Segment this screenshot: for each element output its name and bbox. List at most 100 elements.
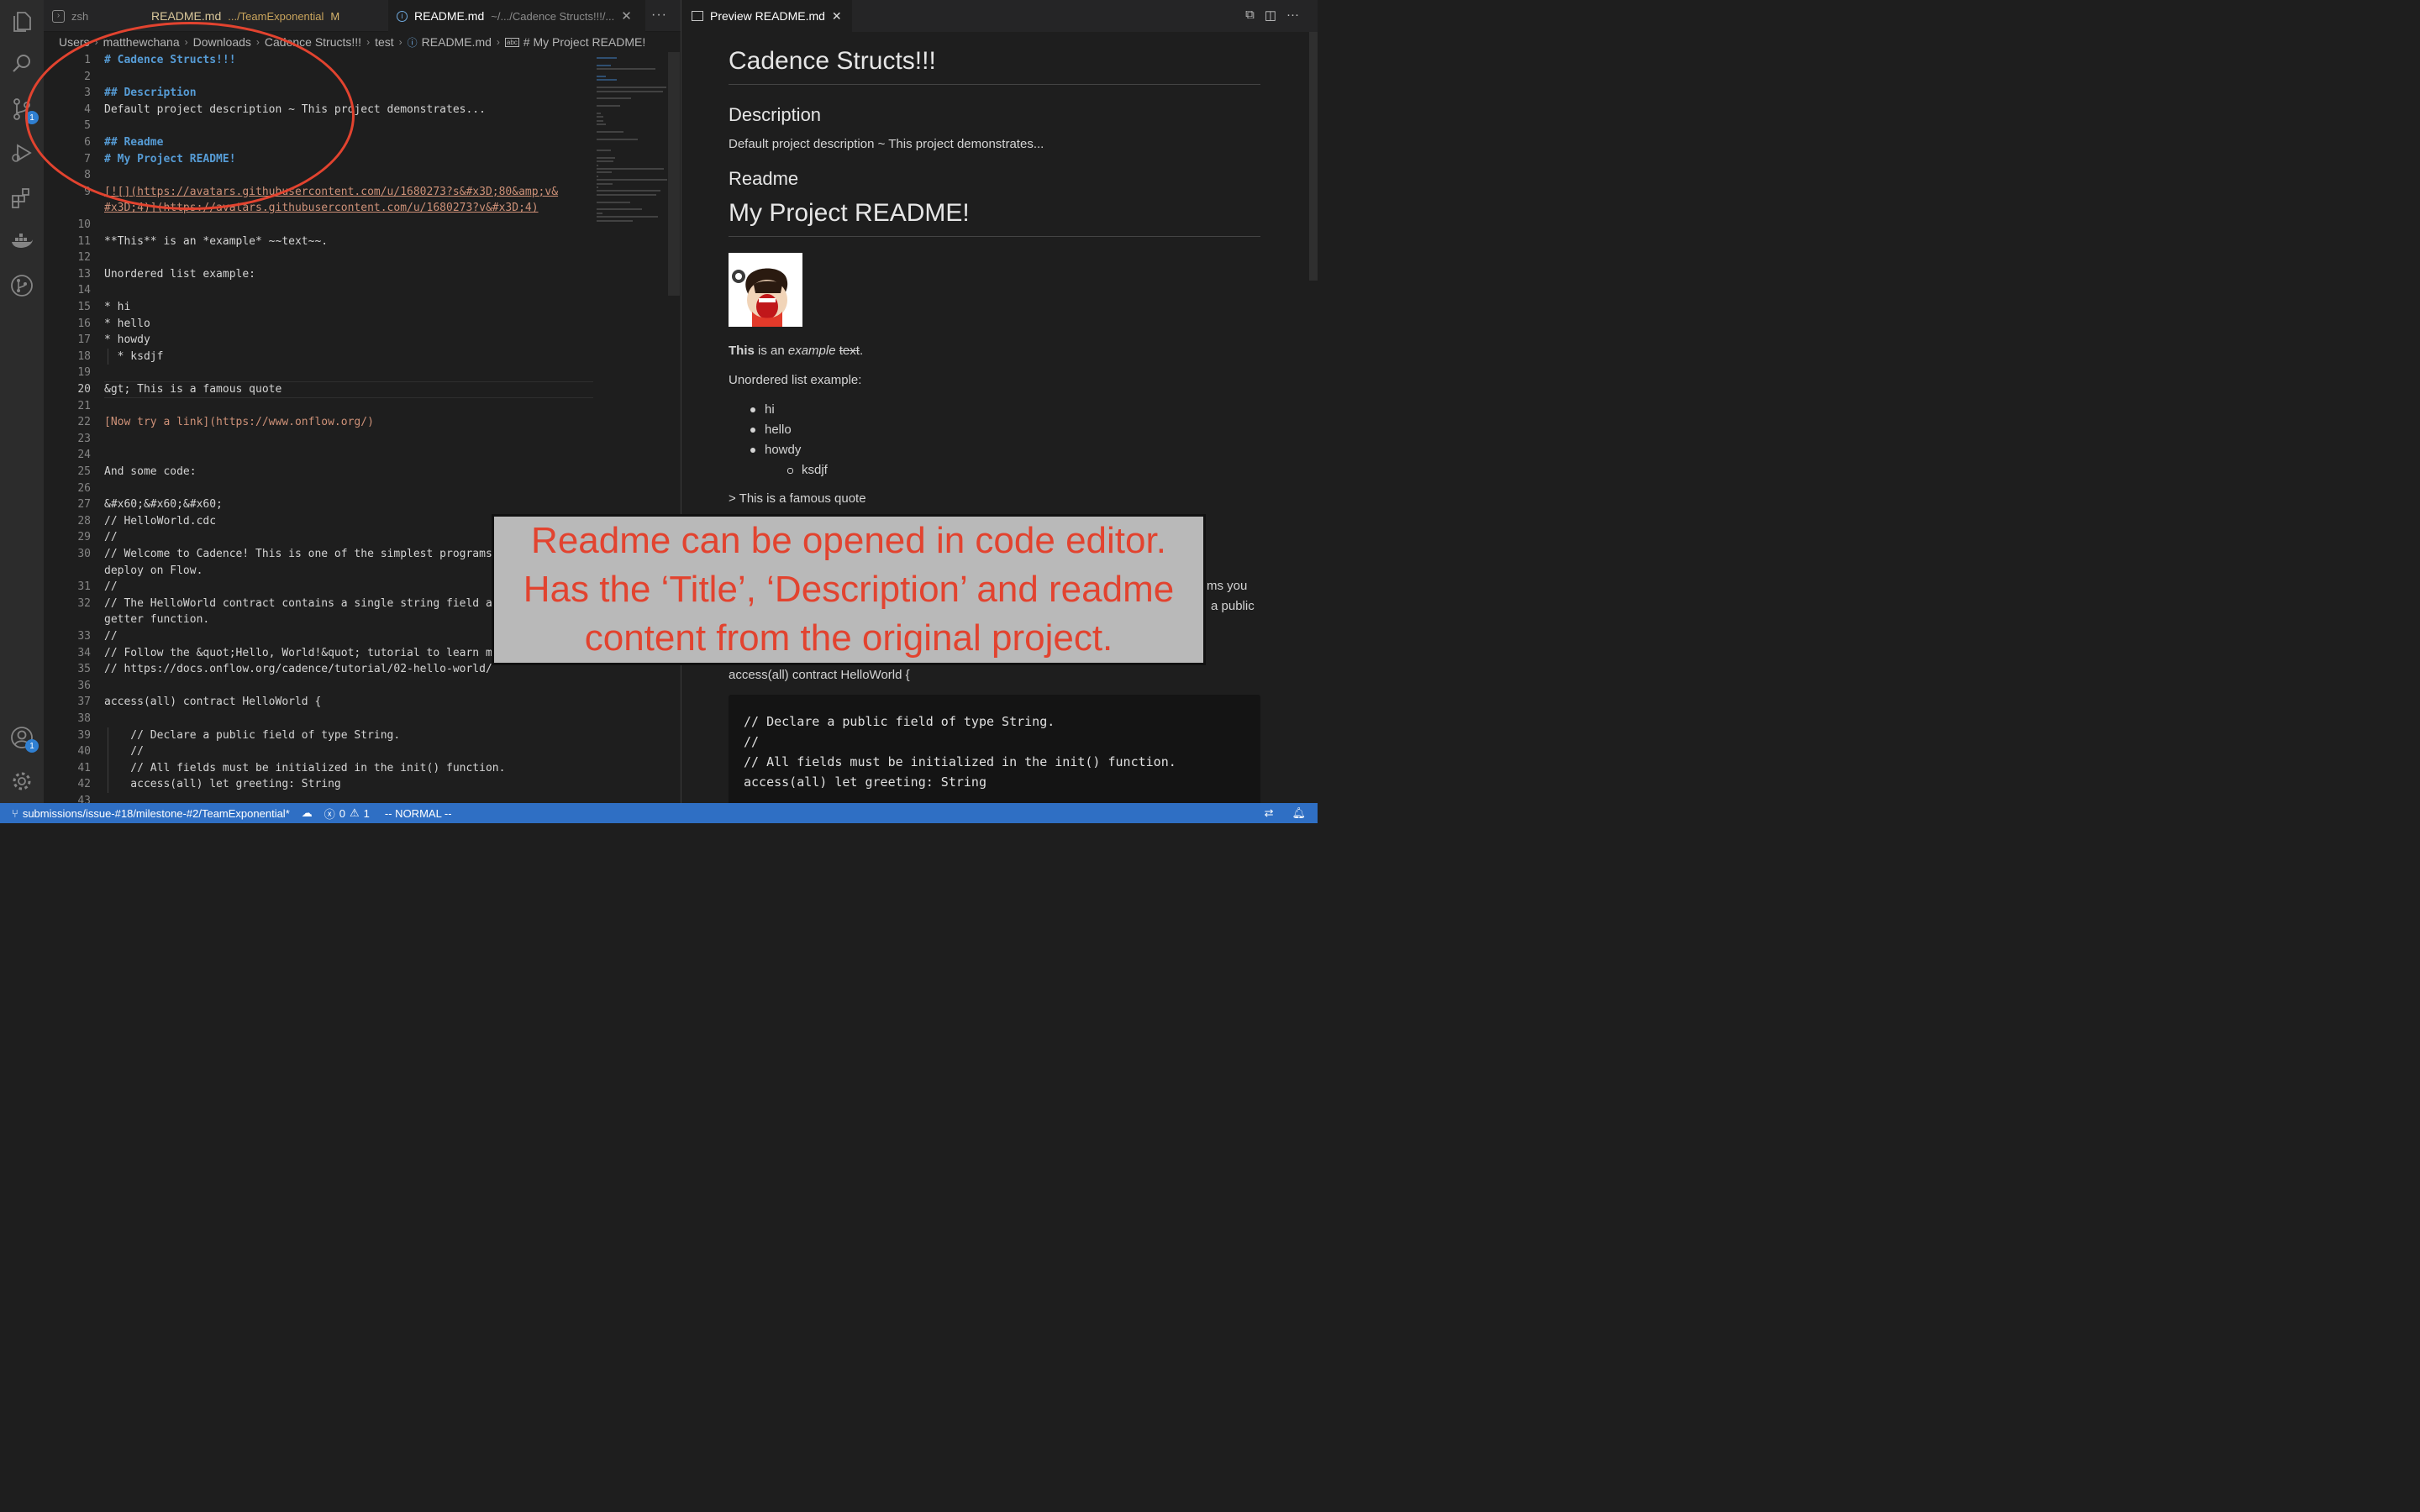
preview-quote: > This is a famous quote <box>729 491 866 506</box>
code-line[interactable]: * hello <box>104 316 150 333</box>
error-icon: ⓧ <box>324 807 335 821</box>
chevron-right-icon: › <box>496 36 500 48</box>
line-number: 6 <box>84 136 91 149</box>
avatar-image[interactable] <box>729 253 802 327</box>
line-number: 33 <box>77 630 91 643</box>
preview-paragraph: This is an example text. <box>729 344 863 358</box>
breadcrumb-test[interactable]: test <box>375 35 394 49</box>
code-line[interactable]: * hi <box>104 299 130 316</box>
code-line[interactable]: // <box>104 743 144 760</box>
code-line[interactable]: &#x60;&#x60;&#x60; <box>104 496 223 513</box>
code-line[interactable]: // https://docs.onflow.org/cadence/tutor… <box>104 661 492 678</box>
code-line[interactable]: #x3D;4)](https://avatars.githubuserconte… <box>104 200 539 217</box>
more-actions-icon[interactable]: ··· <box>1286 8 1299 23</box>
annotation-text: Readme can be opened in code editor. Has… <box>523 520 1175 659</box>
minimap-line <box>597 64 611 66</box>
code-line[interactable]: // Welcome to Cadence! This is one of th… <box>104 546 544 563</box>
minimap[interactable] <box>595 52 672 237</box>
code-line[interactable]: // <box>104 579 118 596</box>
line-number: 15 <box>77 301 91 313</box>
minimap-line <box>597 116 604 118</box>
tab-readme-teamexponential[interactable]: README.md .../TeamExponential M <box>143 0 387 32</box>
warning-count: 1 <box>363 806 370 820</box>
code-line[interactable]: // <box>104 628 118 645</box>
breadcrumb-file[interactable]: README.md <box>422 35 492 49</box>
git-graph-icon[interactable] <box>8 272 35 299</box>
line-number: 4 <box>84 102 91 116</box>
open-source-icon[interactable]: ⧉ <box>1245 8 1255 23</box>
breadcrumb-downloads[interactable]: Downloads <box>193 35 251 49</box>
settings-gear-icon[interactable] <box>8 768 35 795</box>
live-share-icon[interactable]: ⇄ <box>1265 806 1274 820</box>
code-line[interactable]: [Now try a link](https://www.onflow.org/… <box>104 414 374 431</box>
code-line[interactable]: // Declare a public field of type String… <box>104 727 400 744</box>
close-icon[interactable]: ✕ <box>621 8 632 24</box>
code-line[interactable]: // All fields must be initialized in the… <box>104 760 505 777</box>
minimap-line <box>597 76 606 77</box>
code-line[interactable]: # My Project README! <box>104 151 236 168</box>
source-control-icon[interactable]: 1 <box>8 96 39 124</box>
code-line[interactable]: * howdy <box>104 332 150 349</box>
tab-preview-readme[interactable]: Preview README.md ✕ <box>681 0 852 32</box>
code-line[interactable]: access(all) let greeting: String <box>104 776 340 793</box>
code-line[interactable]: Default project description ~ This proje… <box>104 102 486 118</box>
minimap-line <box>597 87 666 89</box>
extensions-icon[interactable] <box>8 185 35 212</box>
line-number: 31 <box>77 580 91 594</box>
preview-scrollbar[interactable] <box>1309 32 1318 281</box>
code-line[interactable]: [![](https://avatars.githubusercontent.c… <box>104 184 558 201</box>
tab-readme-cadence[interactable]: i README.md ~/.../Cadence Structs!!!/...… <box>388 0 645 32</box>
line-number: 18 <box>77 349 91 363</box>
code-line[interactable]: // <box>104 529 118 546</box>
minimap-line <box>597 131 624 133</box>
code-line[interactable]: # Cadence Structs!!! <box>104 52 236 69</box>
line-number: 21 <box>77 399 91 412</box>
code-editor[interactable]: 1 2 3 4 5 6 7 8 9 10 11 12 13 14 15 16 17 18 19 20 21 22 23 24 2… <box>44 52 681 803</box>
preview-tab-bar: Preview README.md ✕ ⧉ ◫ ··· <box>681 0 1318 32</box>
line-number: 2 <box>84 70 91 83</box>
breadcrumb-users[interactable]: Users <box>59 35 90 49</box>
markdown-preview[interactable]: Cadence Structs!!! Description Default p… <box>681 32 1318 803</box>
breadcrumb-symbol[interactable]: # My Project README! <box>523 35 645 49</box>
run-debug-icon[interactable] <box>8 139 35 166</box>
more-actions-icon[interactable]: ··· <box>651 8 667 23</box>
accounts-icon[interactable]: 1 <box>8 724 39 753</box>
close-icon[interactable]: ✕ <box>832 9 842 24</box>
sync-button[interactable]: ☁ <box>302 806 313 820</box>
line-number: 7 <box>84 152 91 165</box>
split-editor-icon[interactable]: ◫ <box>1265 8 1276 23</box>
branch-indicator[interactable]: ⑂ submissions/issue-#18/milestone-#2/Tea… <box>12 807 290 820</box>
editor-scrollbar[interactable] <box>668 52 680 296</box>
code-line[interactable]: // HelloWorld.cdc <box>104 513 216 530</box>
docker-icon[interactable] <box>8 228 35 255</box>
tab-zsh[interactable]: › zsh <box>44 0 143 32</box>
italic-text: example <box>787 344 836 358</box>
line-number: 27 <box>77 498 91 512</box>
minimap-line <box>597 164 599 166</box>
code-line[interactable]: ## Readme <box>104 134 163 151</box>
minimap-line <box>597 150 611 151</box>
line-number: 36 <box>77 679 91 692</box>
code-line[interactable]: * ksdjf <box>104 349 164 365</box>
notifications-bell-icon[interactable]: 🔔︎ <box>1292 806 1306 820</box>
code-line[interactable]: ## Description <box>104 85 197 102</box>
preview-actions: ⧉ ◫ ··· <box>1245 8 1299 23</box>
search-icon[interactable] <box>8 50 35 77</box>
chevron-right-icon: › <box>94 36 98 48</box>
code-line: access(all) let greeting: String <box>744 774 986 790</box>
info-icon: i <box>397 10 408 22</box>
code-line[interactable]: **This** is an *example* ~~text~~. <box>104 234 328 250</box>
problems-indicator[interactable]: ⓧ 0 ⚠ 1 <box>324 806 370 822</box>
code-line[interactable]: And some code: <box>104 464 197 480</box>
chevron-right-icon: › <box>184 36 188 48</box>
breadcrumb-project[interactable]: Cadence Structs!!! <box>265 35 361 49</box>
minimap-line <box>597 175 599 177</box>
line-number: 16 <box>77 317 91 330</box>
code-line[interactable]: deploy on Flow. <box>104 563 203 580</box>
code-line[interactable]: Unordered list example: <box>104 266 255 283</box>
code-line[interactable]: // Follow the &quot;Hello, World!&quot; … <box>104 645 518 662</box>
breadcrumb-user[interactable]: matthewchana <box>103 35 180 49</box>
code-line[interactable]: getter function. <box>104 612 209 628</box>
explorer-icon[interactable] <box>8 8 35 35</box>
code-line[interactable]: access(all) contract HelloWorld { <box>104 694 321 711</box>
